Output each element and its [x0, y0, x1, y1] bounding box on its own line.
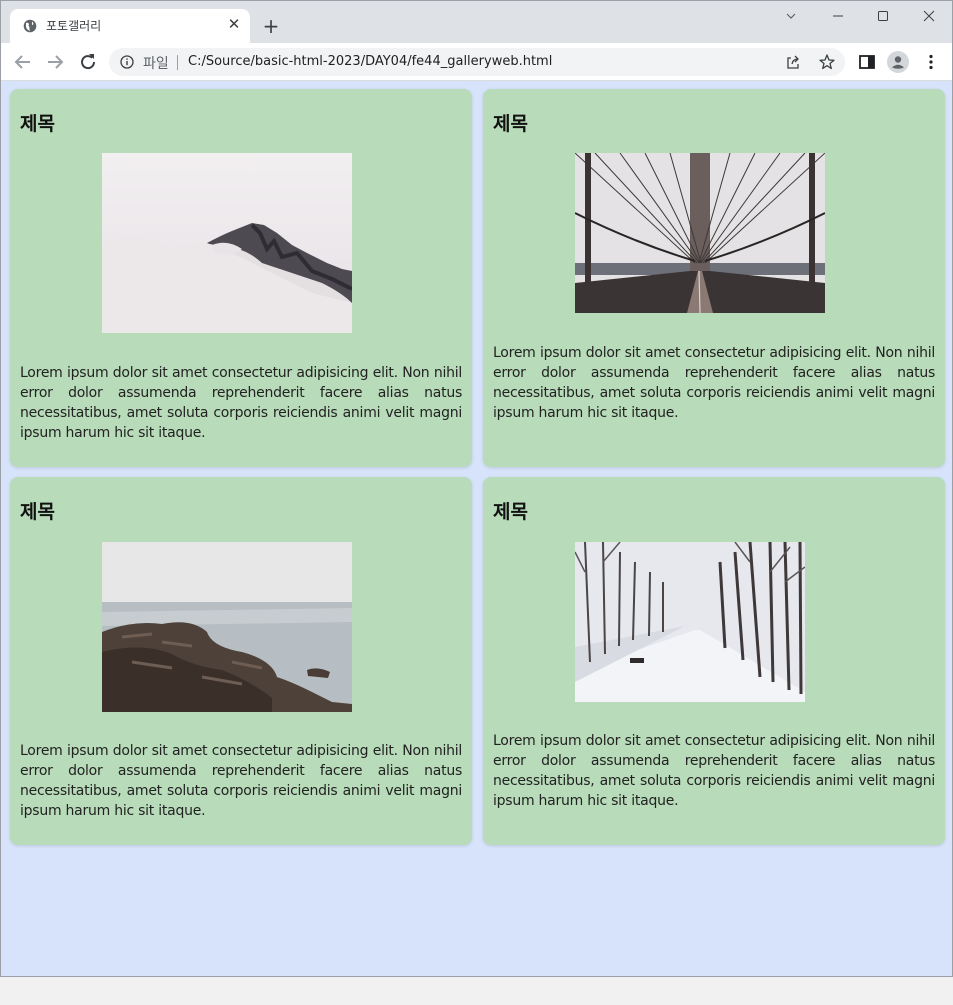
bridge-photo	[575, 153, 825, 313]
forward-arrow-icon[interactable]	[43, 50, 67, 74]
browser-window: 포토갤러리 ✕ + 파일 C:/Source/basic-html-2023/D…	[0, 0, 953, 977]
reload-icon[interactable]	[76, 50, 100, 74]
address-url[interactable]: C:/Source/basic-html-2023/DAY04/fe44_gal…	[188, 54, 552, 69]
close-window-icon[interactable]	[907, 5, 951, 29]
close-tab-icon[interactable]: ✕	[224, 14, 244, 34]
browser-tab[interactable]: 포토갤러리 ✕	[10, 9, 250, 43]
card-description: Lorem ipsum dolor sit amet consectetur a…	[493, 733, 935, 809]
gallery-card: 제목 Lorem ipsum dolor sit amet consectetu…	[10, 89, 472, 467]
maximize-icon[interactable]	[861, 5, 905, 29]
address-divider	[177, 55, 178, 70]
card-title: 제목	[493, 113, 528, 135]
tab-strip: 포토갤러리 ✕ +	[1, 1, 952, 43]
share-icon[interactable]	[785, 54, 801, 70]
gallery-card: 제목 Lorem ipsum dolor sit amet consectetu…	[483, 477, 945, 845]
tab-search-icon[interactable]	[769, 5, 813, 29]
card-title: 제목	[20, 113, 55, 135]
side-panel-icon[interactable]	[857, 52, 877, 72]
globe-icon	[23, 19, 37, 33]
taskbar-strip	[0, 977, 953, 1005]
card-title: 제목	[493, 501, 528, 523]
snowy-path-photo	[575, 542, 805, 702]
back-arrow-icon[interactable]	[11, 50, 35, 74]
gallery-card: 제목 Lorem ipsum dolor sit amet consectetu…	[10, 477, 472, 845]
more-menu-icon[interactable]	[921, 52, 941, 72]
info-icon[interactable]	[120, 55, 134, 69]
tab-title: 포토갤러리	[46, 19, 102, 33]
page-content: 제목 Lorem ipsum dolor sit amet consectetu…	[1, 81, 952, 976]
mountain-fog-photo	[102, 153, 352, 333]
card-description: Lorem ipsum dolor sit amet consectetur a…	[20, 365, 462, 441]
card-title: 제목	[20, 501, 55, 523]
gallery-card: 제목 Lorem ipsum dolor sit amet consectetu…	[483, 89, 945, 467]
address-scheme: 파일	[143, 56, 169, 72]
rocky-shore-photo	[102, 542, 352, 712]
browser-toolbar: 파일 C:/Source/basic-html-2023/DAY04/fe44_…	[1, 43, 952, 81]
card-description: Lorem ipsum dolor sit amet consectetur a…	[493, 345, 935, 421]
card-description: Lorem ipsum dolor sit amet consectetur a…	[20, 743, 462, 819]
new-tab-button[interactable]: +	[259, 15, 283, 39]
minimize-icon[interactable]	[816, 5, 860, 29]
address-bar[interactable]: 파일 C:/Source/basic-html-2023/DAY04/fe44_…	[109, 48, 845, 76]
bookmark-star-icon[interactable]	[818, 53, 836, 71]
profile-avatar-icon[interactable]	[887, 51, 909, 73]
